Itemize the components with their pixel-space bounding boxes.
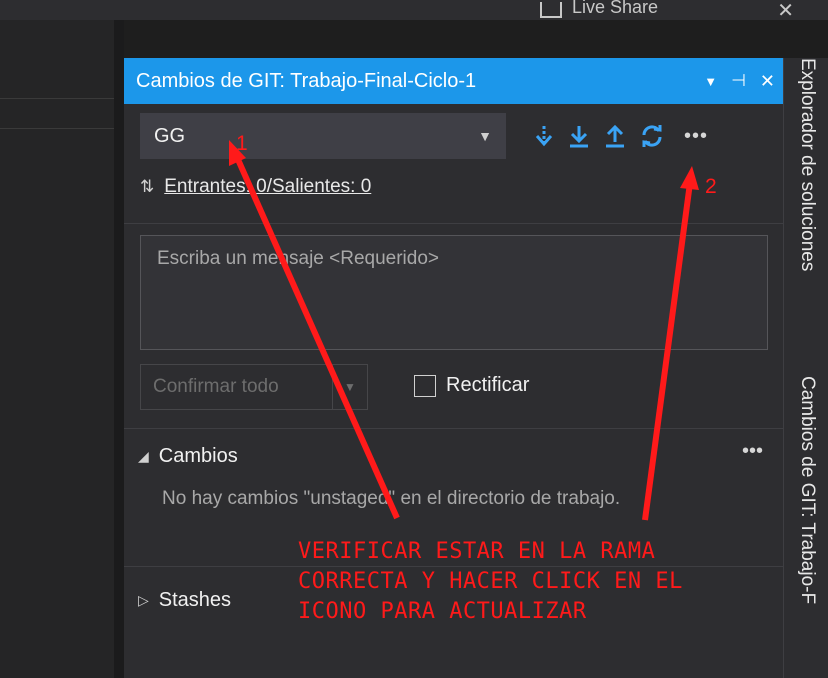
stashes-header-label: Stashes xyxy=(158,589,232,611)
live-share-button[interactable]: Live Share xyxy=(540,0,658,18)
push-icon[interactable] xyxy=(604,124,626,148)
sort-arrows-icon: ⇅ xyxy=(140,177,155,196)
collapsed-triangle-icon: ▷ xyxy=(138,592,149,608)
close-icon[interactable]: ✕ xyxy=(760,71,775,92)
changes-header-label: Cambios xyxy=(158,445,238,467)
expanded-triangle-icon: ◢ xyxy=(138,448,149,464)
live-share-icon xyxy=(540,2,562,18)
amend-checkbox[interactable]: Rectificar xyxy=(414,374,529,397)
commit-all-button[interactable]: Confirmar todo ▼ xyxy=(140,364,368,410)
close-icon[interactable]: ✕ xyxy=(777,0,794,23)
side-tab-strip: Explorador de soluciones Cambios de GIT:… xyxy=(783,58,828,678)
incoming-outgoing: ⇅ Entrantes: 0/Salientes: 0 xyxy=(140,176,371,198)
changes-section-header[interactable]: ◢ Cambios xyxy=(138,445,238,468)
annotation-marker-1: 1 xyxy=(236,132,248,155)
branch-name: GG xyxy=(154,124,186,147)
dropdown-arrow-icon[interactable]: ▼ xyxy=(704,74,717,89)
incoming-outgoing-link[interactable]: Entrantes: 0/Salientes: 0 xyxy=(164,176,371,198)
left-pane xyxy=(0,20,114,678)
no-changes-message: No hay cambios "unstaged" en el director… xyxy=(162,488,621,509)
amend-label: Rectificar xyxy=(446,374,530,396)
annotation-note: VERIFICAR ESTAR EN LA RAMA CORRECTA Y HA… xyxy=(298,537,683,627)
chevron-down-icon: ▼ xyxy=(478,128,492,144)
divider xyxy=(0,98,114,99)
commit-all-label: Confirmar todo xyxy=(153,376,279,397)
pane-gap xyxy=(114,20,124,678)
sync-icon[interactable] xyxy=(640,124,664,148)
more-icon[interactable]: ••• xyxy=(742,440,763,463)
commit-message-input[interactable]: Escriba un mensaje <Requerido> xyxy=(140,235,768,350)
panel-title: Cambios de GIT: Trabajo-Final-Ciclo-1 xyxy=(136,69,477,92)
branch-selector[interactable]: GG ▼ xyxy=(140,113,506,159)
divider xyxy=(124,428,783,429)
commit-message-placeholder: Escriba un mensaje <Requerido> xyxy=(157,248,440,269)
checkbox-icon[interactable] xyxy=(414,374,436,397)
tab-git-changes[interactable]: Cambios de GIT: Trabajo-F xyxy=(796,376,818,604)
more-icon[interactable]: ••• xyxy=(684,125,708,148)
annotation-note-line: CORRECTA Y HACER CLICK EN EL xyxy=(298,569,683,594)
top-bar: Live Share ✕ xyxy=(0,0,828,23)
fetch-icon[interactable] xyxy=(534,124,554,148)
annotation-note-line: ICONO PARA ACTUALIZAR xyxy=(298,599,587,624)
divider xyxy=(124,223,783,224)
tab-solution-explorer[interactable]: Explorador de soluciones xyxy=(796,58,818,271)
git-actions: ••• xyxy=(534,116,708,156)
panel-title-bar: Cambios de GIT: Trabajo-Final-Ciclo-1 ▼ … xyxy=(124,58,783,104)
pull-icon[interactable] xyxy=(568,124,590,148)
chevron-down-icon[interactable]: ▼ xyxy=(333,380,367,394)
live-share-label: Live Share xyxy=(572,0,659,17)
annotation-note-line: VERIFICAR ESTAR EN LA RAMA xyxy=(298,539,656,564)
annotation-marker-2: 2 xyxy=(705,175,717,198)
pin-icon[interactable]: ⊣ xyxy=(731,71,746,91)
stashes-section-header[interactable]: ▷ Stashes xyxy=(138,589,231,612)
divider xyxy=(0,128,114,129)
